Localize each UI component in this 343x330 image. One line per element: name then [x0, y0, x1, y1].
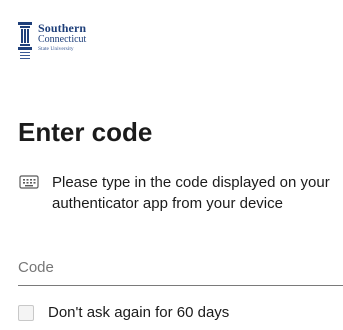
- logo-line-3: State University: [38, 46, 74, 52]
- remember-device-checkbox[interactable]: [18, 304, 34, 321]
- instruction-text: Please type in the code displayed on you…: [52, 174, 330, 212]
- instruction-row: Please type in the code displayed on you…: [18, 172, 336, 214]
- logo-wordmark: Southern Connecticut State University: [38, 22, 86, 53]
- page-title: Enter code: [18, 117, 153, 147]
- remember-device-label[interactable]: Don't ask again for 60 days: [48, 304, 229, 321]
- university-logo: Southern Connecticut State University: [18, 22, 86, 62]
- logo-line-2: Connecticut: [38, 34, 87, 45]
- logo-line-1: Southern: [38, 21, 87, 35]
- logo-emblem-icon: [18, 22, 32, 59]
- remember-device-option[interactable]: Don't ask again for 60 days: [18, 304, 229, 321]
- code-input[interactable]: [18, 250, 343, 286]
- keyboard-icon: [19, 175, 39, 189]
